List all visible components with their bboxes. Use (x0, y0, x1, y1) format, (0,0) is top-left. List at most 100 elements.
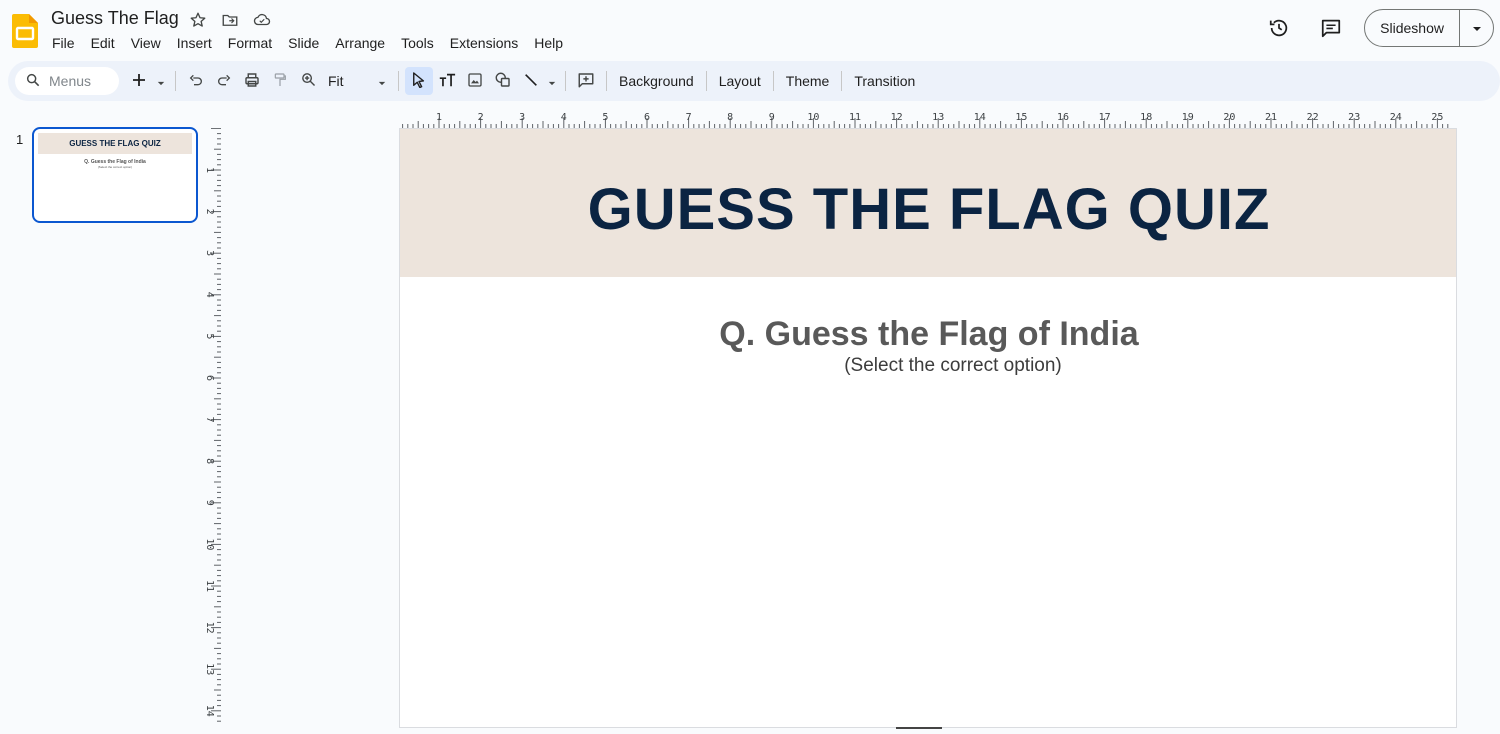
slideshow-options-button[interactable] (1459, 10, 1493, 46)
text-box-icon (438, 72, 456, 91)
comments-icon[interactable] (1312, 9, 1350, 47)
menu-extensions[interactable]: Extensions (442, 34, 526, 52)
ruler-label: 4 (561, 112, 567, 123)
ruler-label: 15 (1015, 112, 1027, 123)
caret-down-icon (548, 73, 556, 89)
add-comment-icon (577, 71, 595, 92)
menu-tools[interactable]: Tools (393, 34, 442, 52)
menu-arrange[interactable]: Arrange (327, 34, 393, 52)
menu-view[interactable]: View (123, 34, 169, 52)
ruler-label: 9 (204, 500, 215, 506)
ruler-label: 2 (204, 209, 215, 215)
ruler-label: 5 (204, 333, 215, 339)
ruler-label: 1 (436, 112, 442, 123)
top-bar: Guess The Flag File Edit View Insert For… (0, 0, 1500, 60)
line-type-dropdown[interactable] (545, 67, 559, 95)
menu-search-placeholder: Menus (49, 73, 92, 89)
speaker-notes-drag-handle[interactable] (896, 727, 942, 729)
menu-help[interactable]: Help (526, 34, 571, 52)
ruler-label: 9 (769, 112, 775, 123)
menu-edit[interactable]: Edit (83, 34, 123, 52)
ruler-label: 12 (204, 622, 215, 634)
new-slide-layout-dropdown[interactable] (153, 67, 169, 95)
layout-button[interactable]: Layout (713, 67, 767, 95)
slide-subtitle[interactable]: (Select the correct option) (400, 355, 1456, 377)
print-button[interactable] (238, 67, 266, 95)
toolbar: Menus Fit Background Layout Theme Transi… (8, 61, 1500, 101)
ruler-label: 11 (204, 580, 215, 592)
ruler-label: 7 (686, 112, 692, 123)
ruler-label: 16 (1057, 112, 1069, 123)
ruler-label: 19 (1182, 112, 1194, 123)
caret-down-icon (157, 73, 165, 89)
print-icon (243, 71, 261, 92)
slideshow-button-group: Slideshow (1364, 9, 1494, 47)
undo-icon (188, 72, 204, 91)
menu-format[interactable]: Format (220, 34, 280, 52)
ruler-label: 8 (727, 112, 733, 123)
ruler-label: 10 (204, 538, 215, 550)
slide-canvas[interactable]: GUESS THE FLAG QUIZ Q. Guess the Flag of… (399, 128, 1457, 728)
paint-format-icon (272, 72, 288, 91)
shapes-icon (494, 71, 512, 92)
ruler-label: 4 (204, 292, 215, 298)
slide-question[interactable]: Q. Guess the Flag of India (400, 315, 1456, 354)
add-comment-button[interactable] (572, 67, 600, 95)
version-history-icon[interactable] (1260, 9, 1298, 47)
move-folder-icon[interactable] (218, 10, 242, 30)
redo-button[interactable] (210, 67, 238, 95)
menu-search-input[interactable]: Menus (15, 67, 119, 95)
theme-button[interactable]: Theme (780, 67, 836, 95)
text-box-button[interactable] (433, 67, 461, 95)
star-icon[interactable] (186, 10, 210, 30)
line-icon (523, 72, 539, 91)
new-slide-button[interactable] (125, 67, 153, 95)
horizontal-ruler[interactable]: 1 2 3 4 5 6 7 8 9 10 11 12 13 14 15 16 17 18 19 20 21 22 23 24 2… (399, 106, 1457, 128)
ruler-label: 2 (478, 112, 484, 123)
search-icon (25, 72, 41, 91)
document-title[interactable]: Guess The Flag (51, 8, 179, 29)
slide-filmstrip: 1 GUESS THE FLAG QUIZ Q. Guess the Flag … (0, 112, 210, 734)
select-tool-button[interactable] (405, 67, 433, 95)
shape-button[interactable] (489, 67, 517, 95)
ruler-label: 10 (807, 112, 819, 123)
slide-title[interactable]: GUESS THE FLAG QUIZ (400, 176, 1456, 243)
menu-slide[interactable]: Slide (280, 34, 327, 52)
background-button[interactable]: Background (613, 67, 700, 95)
transition-button[interactable]: Transition (848, 67, 921, 95)
toolbar-divider (175, 71, 176, 91)
ruler-label: 17 (1099, 112, 1111, 123)
ruler-label: 24 (1390, 112, 1402, 123)
ruler-label: 14 (204, 705, 215, 717)
zoom-button[interactable] (294, 67, 322, 95)
ruler-label: 13 (932, 112, 944, 123)
paint-format-button[interactable] (266, 67, 294, 95)
slides-logo-icon[interactable] (12, 14, 38, 48)
ruler-label: 5 (602, 112, 608, 123)
menu-bar: File Edit View Insert Format Slide Arran… (44, 34, 571, 52)
menu-insert[interactable]: Insert (169, 34, 220, 52)
insert-image-button[interactable] (461, 67, 489, 95)
thumbnail-subtitle: (Select the correct option) (97, 165, 133, 169)
ruler-label: 3 (204, 250, 215, 256)
zoom-select[interactable]: Fit (322, 73, 392, 89)
ruler-label: 7 (204, 417, 215, 423)
toolbar-divider (841, 71, 843, 91)
cloud-saved-icon[interactable] (250, 10, 274, 30)
toolbar-divider (565, 71, 566, 91)
vertical-ruler[interactable]: 1234567891011121314 (199, 128, 221, 724)
ruler-label: 1 (204, 167, 215, 173)
zoom-value: Fit (328, 73, 344, 89)
slide-thumbnail[interactable]: GUESS THE FLAG QUIZ Q. Guess the Flag of… (32, 127, 198, 223)
ruler-label: 21 (1265, 112, 1277, 123)
line-button[interactable] (517, 67, 545, 95)
ruler-label: 20 (1223, 112, 1235, 123)
undo-button[interactable] (182, 67, 210, 95)
menu-file[interactable]: File (44, 34, 83, 52)
slideshow-button[interactable]: Slideshow (1365, 10, 1459, 46)
ruler-label: 18 (1140, 112, 1152, 123)
ruler-label: 8 (204, 458, 215, 464)
toolbar-divider (772, 71, 774, 91)
ruler-label: 12 (891, 112, 903, 123)
ruler-label: 23 (1348, 112, 1360, 123)
